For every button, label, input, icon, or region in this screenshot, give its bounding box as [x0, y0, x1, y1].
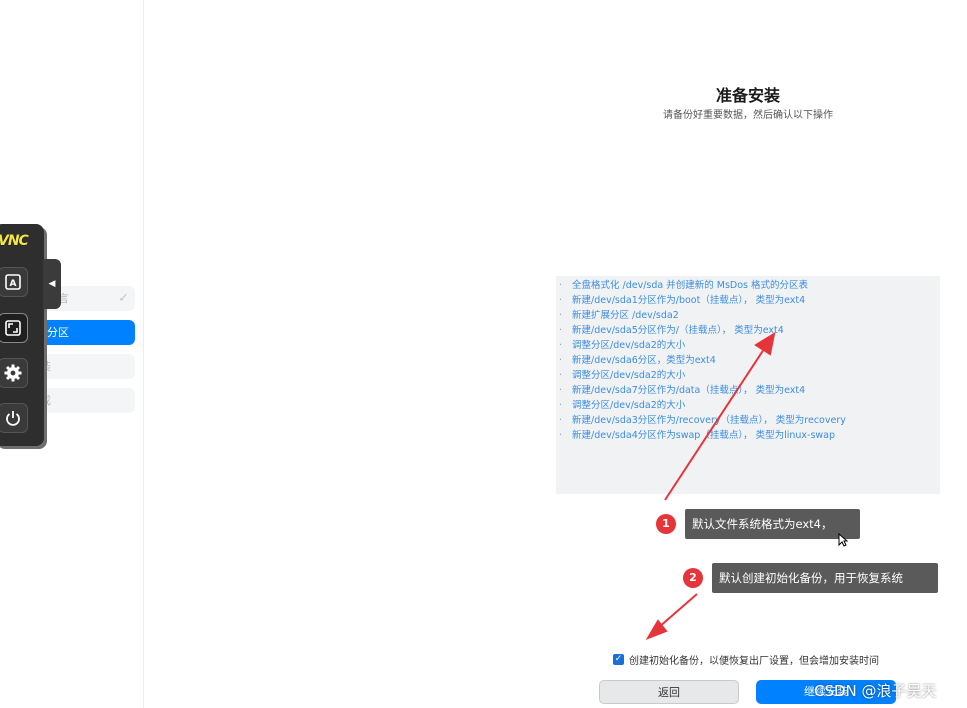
annotation-badge-2: 2: [683, 568, 703, 588]
backup-checkbox[interactable]: ✓: [613, 653, 624, 665]
back-button[interactable]: 返回: [599, 680, 739, 704]
arrow-2: [645, 593, 698, 640]
backup-checkbox-label: 创建初始化备份，以便恢复出厂设置，但会增加安装时间: [629, 655, 879, 667]
backup-checkbox-row[interactable]: ✓ 创建初始化备份，以便恢复出厂设置，但会增加安装时间: [613, 651, 879, 667]
mouse-cursor-icon: [838, 533, 848, 547]
annotation-badge-1: 1: [656, 514, 676, 534]
arrow-1: [664, 331, 776, 501]
annotation-arrows: [645, 331, 776, 640]
csdn-watermark: CSDN @浪子吴天: [814, 682, 937, 700]
annotation-callout-2: 默认创建初始化备份，用于恢复系统: [712, 563, 938, 593]
annotation-callout-1: 默认文件系统格式为ext4，: [685, 509, 860, 539]
